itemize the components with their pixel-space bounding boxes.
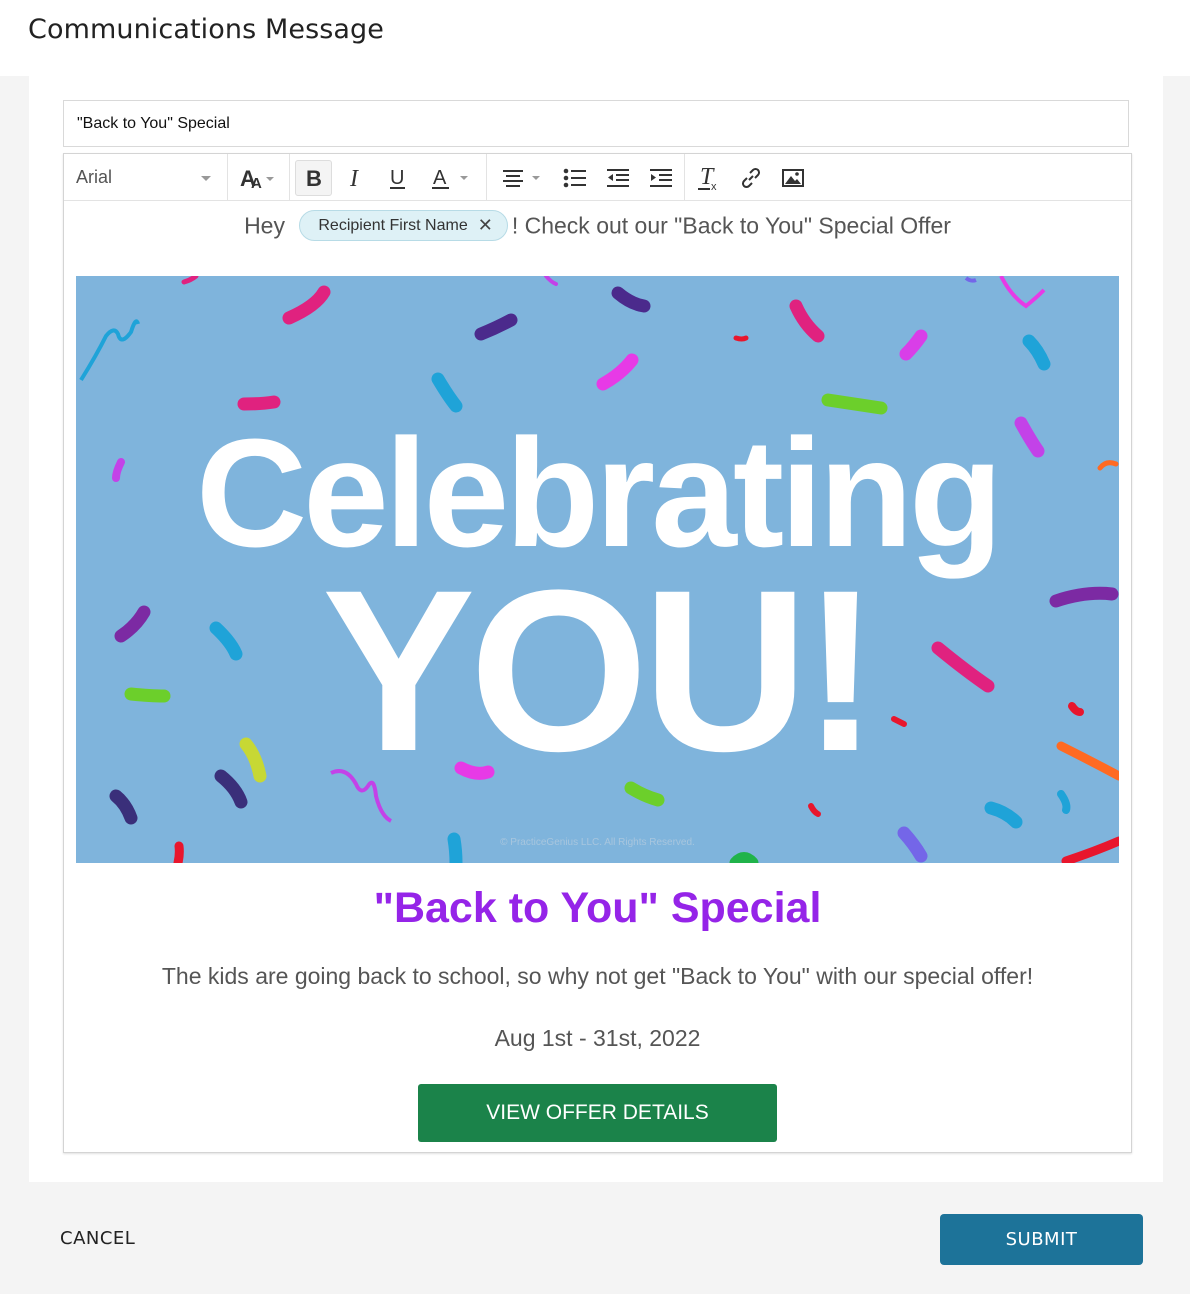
bold-button[interactable]: B [295, 154, 332, 201]
greeting-suffix: ! Check out our "Back to You" Special Of… [511, 212, 951, 239]
view-offer-details-button[interactable]: VIEW OFFER DETAILS [418, 1084, 777, 1142]
chevron-down-icon [201, 176, 211, 181]
svg-text:A: A [433, 167, 447, 189]
bold-icon: B [306, 166, 322, 191]
submit-button[interactable]: SUBMIT [940, 1214, 1143, 1265]
page-title: Communications Message [28, 14, 384, 45]
banner-subheadline: YOU! [322, 542, 879, 799]
svg-text:A: A [251, 175, 262, 192]
link-icon [741, 167, 760, 188]
image-icon [781, 168, 804, 187]
merge-tag-label: Recipient First Name [318, 216, 468, 234]
svg-text:B: B [306, 166, 322, 191]
clear-formatting-icon: T x [697, 164, 717, 192]
insert-image-button[interactable] [774, 154, 811, 201]
offer-dates: Aug 1st - 31st, 2022 [494, 1025, 701, 1051]
editor-toolbar: Arial A A B I U A T x [64, 154, 1131, 201]
offer-description: The kids are going back to school, so wh… [161, 963, 1034, 989]
svg-text:U: U [390, 167, 404, 189]
indent-icon [649, 168, 672, 187]
svg-text:I: I [349, 166, 359, 191]
italic-icon: I [349, 166, 359, 191]
indent-button[interactable] [642, 154, 679, 201]
greeting-prefix: Hey [244, 212, 285, 239]
outdent-icon [606, 168, 629, 187]
font-family-value: Arial [76, 167, 113, 187]
italic-button[interactable]: I [337, 154, 374, 201]
close-icon[interactable]: ✕ [478, 215, 493, 236]
header-bar: Communications Message [0, 0, 1190, 76]
text-color-icon: A [432, 167, 468, 189]
cancel-button[interactable]: CANCEL [60, 1228, 135, 1249]
rich-text-editor[interactable]: Arial A A B I U A T x Hey Recipient Firs… [63, 153, 1132, 1153]
font-family-select[interactable]: Arial [64, 154, 227, 201]
bulleted-list-button[interactable] [556, 154, 593, 201]
link-button[interactable] [732, 154, 769, 201]
underline-icon: U [389, 167, 405, 189]
font-size-button[interactable]: A A [232, 154, 282, 201]
banner-copyright: © PracticeGenius LLC. All Rights Reserve… [500, 837, 695, 848]
celebration-banner-image: Celebrating YOU! © PracticeGenius LLC. A… [76, 276, 1119, 863]
align-button[interactable] [494, 154, 549, 201]
svg-text:x: x [711, 181, 717, 192]
offer-heading: "Back to You" Special [373, 884, 822, 932]
outdent-button[interactable] [599, 154, 636, 201]
merge-tag-chip[interactable]: Recipient First Name ✕ [299, 210, 508, 241]
clear-formatting-button[interactable]: T x [690, 154, 727, 201]
align-center-icon [502, 169, 540, 187]
bulleted-list-icon [563, 168, 586, 187]
text-color-button[interactable]: A [422, 154, 478, 201]
underline-button[interactable]: U [379, 154, 416, 201]
font-size-icon: A A [240, 166, 274, 192]
greeting-line: Hey Recipient First Name ✕ ! Check out o… [64, 210, 1131, 243]
subject-input[interactable]: "Back to You" Special [63, 100, 1129, 147]
